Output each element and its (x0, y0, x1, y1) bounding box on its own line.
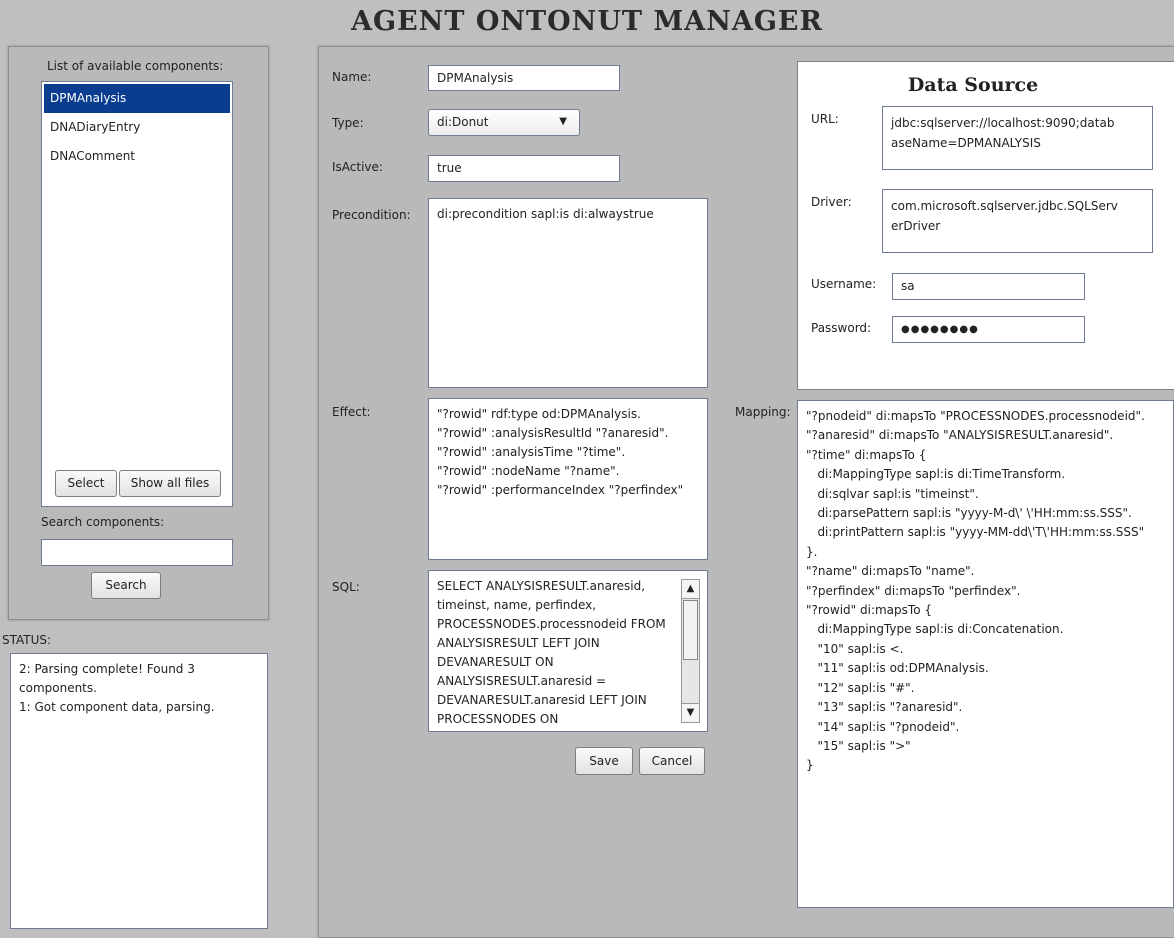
status-line: components. (19, 681, 97, 695)
mapping-textarea[interactable]: "?pnodeid" di:mapsTo "PROCESSNODES.proce… (797, 400, 1174, 908)
effect-line: "?rowid" :performanceIndex "?perfindex" (437, 483, 684, 497)
mapping-line: "11" sapl:is od:DPMAnalysis. (806, 661, 989, 676)
cancel-button[interactable]: Cancel (639, 747, 705, 775)
status-line: 1: Got component data, parsing. (19, 700, 215, 714)
isactive-field[interactable]: true (428, 155, 620, 182)
search-components-label: Search components: (41, 515, 165, 529)
mapping-line: "14" sapl:is "?pnodeid". (806, 719, 960, 734)
chevron-down-icon: ▼ (559, 116, 567, 127)
isactive-label: IsActive: (332, 160, 383, 174)
mapping-line: "10" sapl:is <. (806, 641, 904, 656)
sql-line: PROCESSNODES ON (437, 712, 559, 726)
sql-line: DEVANARESULT ON (437, 655, 554, 669)
list-item[interactable]: DNAComment (44, 142, 230, 171)
mapping-line: "12" sapl:is "#". (806, 680, 915, 695)
mapping-line: "?perfindex" di:mapsTo "perfindex". (806, 583, 1021, 598)
mapping-line: di:printPattern sapl:is "yyyy-MM-dd\'T\'… (806, 525, 1145, 540)
driver-label: Driver: (811, 195, 852, 209)
scrollbar-thumb[interactable] (683, 600, 698, 660)
url-field[interactable]: jdbc:sqlserver://localhost:9090;datab as… (882, 106, 1153, 170)
app-title: AGENT ONTONUT MANAGER (351, 6, 823, 37)
effect-label: Effect: (332, 405, 371, 419)
precondition-textarea[interactable]: di:precondition sapl:is di:alwaystrue (428, 198, 708, 388)
effect-line: "?rowid" rdf:type od:DPMAnalysis. (437, 407, 641, 421)
sql-line: SELECT ANALYSISRESULT.anaresid, (437, 579, 646, 593)
select-button[interactable]: Select (55, 470, 117, 497)
effect-textarea[interactable]: "?rowid" rdf:type od:DPMAnalysis. "?rowi… (428, 398, 708, 560)
password-field[interactable]: ●●●●●●●● (892, 316, 1085, 343)
mapping-line: di:sqlvar sapl:is "timeinst". (806, 486, 979, 501)
driver-line: erDriver (891, 219, 941, 233)
components-panel: List of available components: DPMAnalysi… (8, 46, 269, 620)
mapping-line: di:MappingType sapl:is di:Concatenation. (806, 622, 1064, 637)
sql-line: ANALYSISRESULT.anaresid = (437, 674, 607, 688)
url-line: jdbc:sqlserver://localhost:9090;datab (891, 116, 1115, 130)
data-source-heading: Data Source (907, 74, 1039, 96)
list-item[interactable]: DNADiaryEntry (44, 113, 230, 142)
mapping-line: di:MappingType sapl:is di:TimeTransform. (806, 467, 1066, 482)
sql-label: SQL: (332, 580, 360, 594)
components-heading: List of available components: (47, 59, 224, 73)
scroll-down-arrow-icon[interactable]: ▼ (682, 703, 699, 722)
driver-field[interactable]: com.microsoft.sqlserver.jdbc.SQLServ erD… (882, 189, 1153, 253)
scroll-up-arrow-icon[interactable]: ▲ (682, 580, 699, 599)
status-heading: STATUS: (2, 633, 52, 647)
name-label: Name: (332, 70, 372, 84)
sql-line: DEVANARESULT.anaresid LEFT JOIN (437, 693, 647, 707)
sql-line: timeinst, name, perfindex, (437, 598, 597, 612)
mapping-line: "?time" di:mapsTo { (806, 447, 927, 462)
status-line: 2: Parsing complete! Found 3 (19, 662, 195, 676)
type-label: Type: (332, 116, 364, 130)
sql-textarea[interactable]: SELECT ANALYSISRESULT.anaresid, timeinst… (428, 570, 708, 732)
type-select[interactable]: di:Donut ▼ (428, 109, 580, 136)
username-label: Username: (811, 277, 877, 291)
mapping-line: di:parsePattern sapl:is "yyyy-M-d\' \'HH… (806, 506, 1132, 521)
effect-line: "?rowid" :analysisTime "?time". (437, 445, 626, 459)
show-all-files-button[interactable]: Show all files (119, 470, 221, 497)
url-line: aseName=DPMANALYSIS (891, 136, 1041, 150)
username-field[interactable]: sa (892, 273, 1085, 300)
url-label: URL: (811, 112, 839, 126)
mapping-line: "?rowid" di:mapsTo { (806, 603, 932, 618)
mapping-label: Mapping: (735, 405, 791, 419)
list-item[interactable]: DPMAnalysis (44, 84, 230, 113)
precondition-text: di:precondition sapl:is di:alwaystrue (437, 207, 654, 221)
mapping-line: } (806, 758, 814, 773)
mapping-line: "13" sapl:is "?anaresid". (806, 700, 963, 715)
sql-line: ANALYSISRESULT LEFT JOIN (437, 636, 600, 650)
search-input[interactable] (41, 539, 233, 566)
type-select-value: di:Donut (437, 115, 489, 129)
mapping-line: "15" sapl:is ">" (806, 738, 911, 753)
sql-scrollbar[interactable]: ▲ ▼ (681, 579, 700, 723)
components-list[interactable]: DPMAnalysis DNADiaryEntry DNAComment (41, 81, 233, 507)
password-label: Password: (811, 321, 872, 335)
mapping-line: }. (806, 544, 818, 559)
precondition-label: Precondition: (332, 208, 411, 222)
search-button[interactable]: Search (91, 572, 161, 599)
save-button[interactable]: Save (575, 747, 633, 775)
data-source-panel: Data Source URL: jdbc:sqlserver://localh… (797, 61, 1174, 390)
status-log: 2: Parsing complete! Found 3 components.… (10, 653, 268, 929)
mapping-line: "?anaresid" di:mapsTo "ANALYSISRESULT.an… (806, 428, 1114, 443)
mapping-line: "?name" di:mapsTo "name". (806, 564, 975, 579)
effect-line: "?rowid" :nodeName "?name". (437, 464, 620, 478)
mapping-line: "?pnodeid" di:mapsTo "PROCESSNODES.proce… (806, 409, 1145, 423)
driver-line: com.microsoft.sqlserver.jdbc.SQLServ (891, 199, 1118, 213)
name-field[interactable]: DPMAnalysis (428, 65, 620, 91)
sql-line: PROCESSNODES.processnodeid FROM (437, 617, 666, 631)
effect-line: "?rowid" :analysisResultId "?anaresid". (437, 426, 669, 440)
